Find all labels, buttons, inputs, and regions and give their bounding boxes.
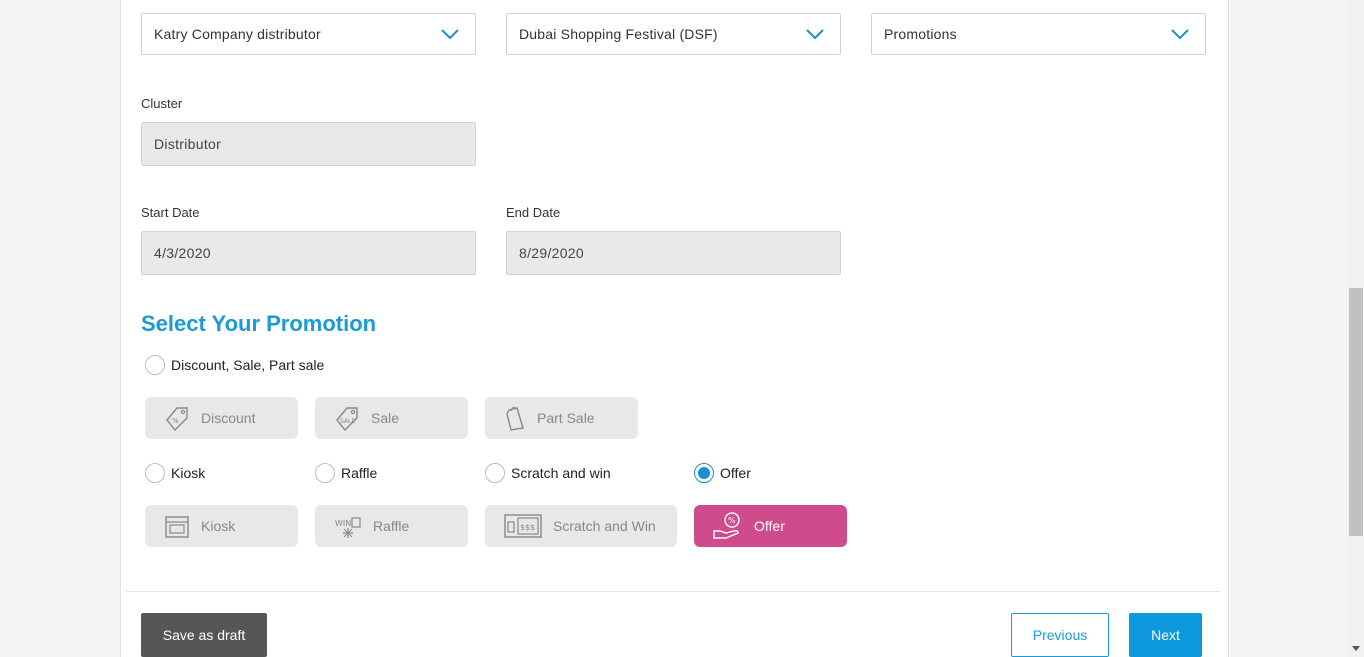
- svg-text:%: %: [728, 516, 736, 525]
- campaign-type-select[interactable]: Promotions: [871, 13, 1206, 55]
- tile-kiosk[interactable]: Kiosk: [145, 505, 298, 547]
- campaign-type-select-value: Promotions: [884, 26, 957, 42]
- offer-hand-icon: %: [713, 512, 740, 539]
- radio-button[interactable]: [485, 463, 505, 483]
- event-select-value: Dubai Shopping Festival (DSF): [519, 26, 718, 42]
- tile-label: Sale: [371, 410, 400, 426]
- tile-label: Discount: [201, 410, 256, 426]
- svg-text:SALE: SALE: [340, 418, 355, 425]
- tile-label: Offer: [754, 518, 785, 534]
- tile-label: Kiosk: [201, 518, 236, 534]
- radio-label: Raffle: [341, 465, 378, 481]
- discount-tag-icon: %: [166, 407, 188, 432]
- scratch-card-icon: $$$: [504, 514, 542, 538]
- sale-tag-icon: SALE: [336, 407, 358, 432]
- chevron-down-icon: [441, 29, 459, 40]
- start-date-value: 4/3/2020: [154, 245, 211, 261]
- tile-part-sale[interactable]: Part Sale: [485, 397, 638, 439]
- scrollbar-thumb[interactable]: [1349, 288, 1363, 536]
- shopping-bag-icon: [506, 406, 524, 431]
- next-button[interactable]: Next: [1129, 613, 1202, 657]
- radio-raffle[interactable]: Raffle: [315, 463, 377, 483]
- radio-scratch-and-win[interactable]: Scratch and win: [485, 463, 611, 483]
- svg-text:$$$: $$$: [520, 523, 535, 532]
- radio-button[interactable]: [315, 463, 335, 483]
- tile-label: Part Sale: [537, 410, 595, 426]
- previous-button[interactable]: Previous: [1011, 613, 1109, 657]
- end-date-value: 8/29/2020: [519, 245, 584, 261]
- divider: [126, 591, 1221, 592]
- start-date-field: 4/3/2020: [141, 231, 476, 275]
- radio-label: Kiosk: [171, 465, 206, 481]
- cluster-value: Distributor: [154, 136, 222, 152]
- start-date-label: Start Date: [141, 205, 200, 220]
- radio-button[interactable]: [145, 355, 165, 375]
- save-as-draft-button[interactable]: Save as draft: [141, 613, 267, 657]
- radio-label: Scratch and win: [511, 465, 611, 481]
- radio-offer[interactable]: Offer: [694, 463, 751, 483]
- event-select[interactable]: Dubai Shopping Festival (DSF): [506, 13, 841, 55]
- section-title: Select Your Promotion: [141, 311, 377, 336]
- tile-sale[interactable]: SALE Sale: [315, 397, 468, 439]
- radio-button[interactable]: [145, 463, 165, 483]
- end-date-label: End Date: [506, 205, 561, 220]
- tile-raffle[interactable]: WIN Raffle: [315, 505, 468, 547]
- tile-scratch-and-win[interactable]: $$$ Scratch and Win: [485, 505, 677, 547]
- radio-button-checked[interactable]: [694, 463, 714, 483]
- chevron-down-icon: [1171, 29, 1189, 40]
- svg-text:%: %: [172, 417, 179, 425]
- tile-discount[interactable]: % Discount: [145, 397, 298, 439]
- radio-kiosk[interactable]: Kiosk: [145, 463, 205, 483]
- end-date-field: 8/29/2020: [506, 231, 841, 275]
- kiosk-icon: [165, 516, 189, 538]
- raffle-icon: WIN: [335, 517, 361, 538]
- cluster-field: Distributor: [141, 122, 476, 166]
- company-select[interactable]: Katry Company distributor: [141, 13, 476, 55]
- radio-discount-group[interactable]: Discount, Sale, Part sale: [145, 355, 324, 375]
- tile-label: Raffle: [373, 518, 410, 534]
- radio-label: Offer: [720, 465, 751, 481]
- tile-label: Scratch and Win: [553, 518, 656, 534]
- svg-text:WIN: WIN: [335, 519, 351, 528]
- scroll-down-arrow-icon[interactable]: [1352, 646, 1360, 651]
- radio-label: Discount, Sale, Part sale: [171, 357, 325, 373]
- company-select-value: Katry Company distributor: [154, 26, 321, 42]
- tile-offer[interactable]: % Offer: [694, 505, 847, 547]
- chevron-down-icon: [806, 29, 824, 40]
- cluster-label: Cluster: [141, 96, 183, 111]
